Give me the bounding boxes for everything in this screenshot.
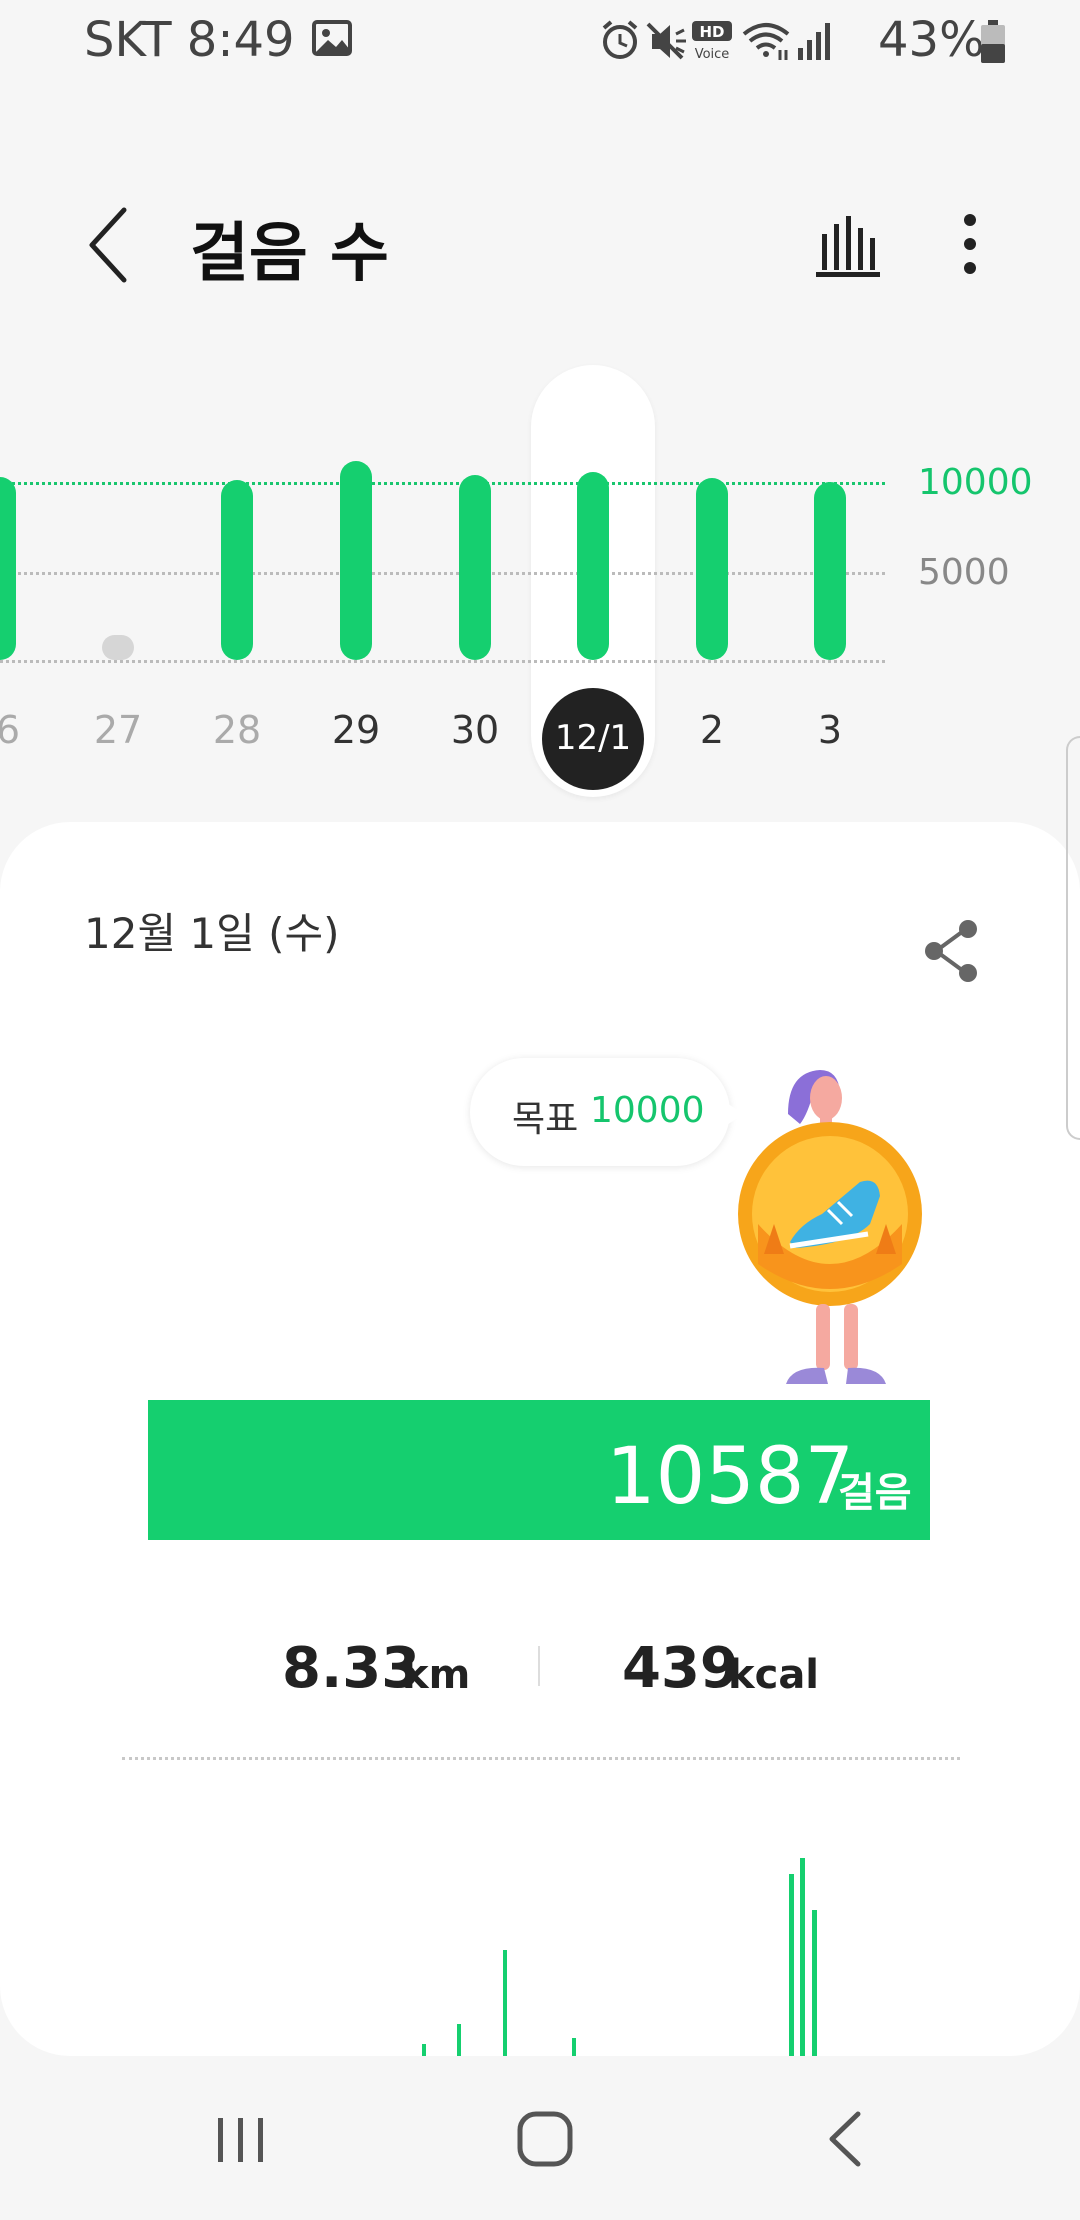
hourly-bar — [457, 2024, 461, 2056]
hourly-bar — [812, 1910, 817, 2056]
axis-label-10000: 10000 — [918, 462, 1033, 503]
day-bar[interactable] — [696, 478, 728, 660]
distance-unit: km — [402, 1652, 471, 1698]
grid-line-5000 — [0, 572, 885, 575]
chart-view-button[interactable] — [808, 204, 888, 284]
day-bar[interactable] — [340, 461, 372, 660]
goal-achieved-illustration — [738, 1070, 922, 1384]
day-label[interactable]: 26 — [0, 708, 20, 752]
hd-label: HD — [699, 23, 724, 41]
steps-value: 10587 — [606, 1432, 855, 1522]
wifi-icon — [742, 23, 790, 60]
hourly-chart-divider — [122, 1757, 960, 1760]
day-bar[interactable] — [0, 477, 16, 660]
status-bar: SKT 8:49 HD Voice 43% — [0, 0, 1080, 84]
hd-voice-icon: HD Voice — [692, 21, 732, 62]
calories-unit: kcal — [728, 1652, 820, 1698]
home-button[interactable] — [510, 2104, 580, 2174]
day-label[interactable]: 27 — [78, 708, 158, 752]
calories-value: 439 — [622, 1636, 739, 1701]
hourly-bar — [789, 1874, 794, 2056]
nav-back-icon — [829, 2111, 861, 2167]
voice-label: Voice — [695, 47, 730, 62]
hourly-steps-chart — [422, 1858, 817, 2056]
day-label[interactable]: 2 — [672, 708, 752, 752]
status-icons: HD Voice — [602, 20, 830, 62]
alarm-icon — [602, 20, 638, 59]
battery-icon — [981, 20, 1005, 63]
hourly-bar — [572, 2038, 576, 2056]
day-bar[interactable] — [814, 482, 846, 660]
day-label[interactable]: 30 — [435, 708, 515, 752]
day-bar[interactable] — [221, 480, 253, 660]
share-button[interactable] — [916, 915, 988, 987]
day-bar[interactable] — [102, 635, 134, 660]
selected-day-label: 12/1 — [554, 718, 632, 758]
share-icon — [925, 920, 977, 982]
status-carrier-time: SKT 8:49 — [84, 12, 295, 68]
recents-icon — [218, 2118, 263, 2162]
goal-line — [0, 482, 885, 485]
image-icon — [312, 20, 352, 56]
hourly-bar — [503, 1950, 507, 2056]
grid-line-baseline — [0, 660, 885, 663]
day-label[interactable]: 3 — [790, 708, 870, 752]
goal-value: 10000 — [590, 1090, 705, 1131]
hourly-bar — [422, 2044, 426, 2056]
axis-label-5000: 5000 — [918, 552, 1010, 593]
recents-button[interactable] — [206, 2110, 276, 2170]
more-options-button[interactable] — [930, 204, 1010, 284]
bar-chart-icon — [816, 216, 880, 277]
day-label[interactable]: 29 — [316, 708, 396, 752]
chevron-left-icon — [89, 207, 127, 283]
scroll-handle[interactable] — [1066, 736, 1080, 1140]
signal-icon — [798, 23, 830, 60]
mute-icon — [646, 22, 686, 60]
nav-back-button[interactable] — [812, 2104, 882, 2174]
date-label: 12월 1일 (수) — [84, 909, 340, 958]
stats-divider — [538, 1646, 540, 1686]
page-title: 걸음 수 — [190, 217, 389, 291]
distance-value: 8.33 — [282, 1636, 421, 1701]
day-bar[interactable] — [459, 475, 491, 660]
steps-unit: 걸음 — [838, 1470, 912, 1516]
day-bar[interactable] — [577, 472, 609, 660]
battery-percentage: 43% — [878, 12, 985, 68]
day-label[interactable]: 28 — [197, 708, 277, 752]
home-icon — [517, 2111, 573, 2167]
goal-label: 목표 — [512, 1099, 579, 1140]
hourly-bar — [800, 1858, 805, 2056]
more-vertical-icon — [964, 214, 976, 274]
back-button[interactable] — [76, 200, 146, 290]
